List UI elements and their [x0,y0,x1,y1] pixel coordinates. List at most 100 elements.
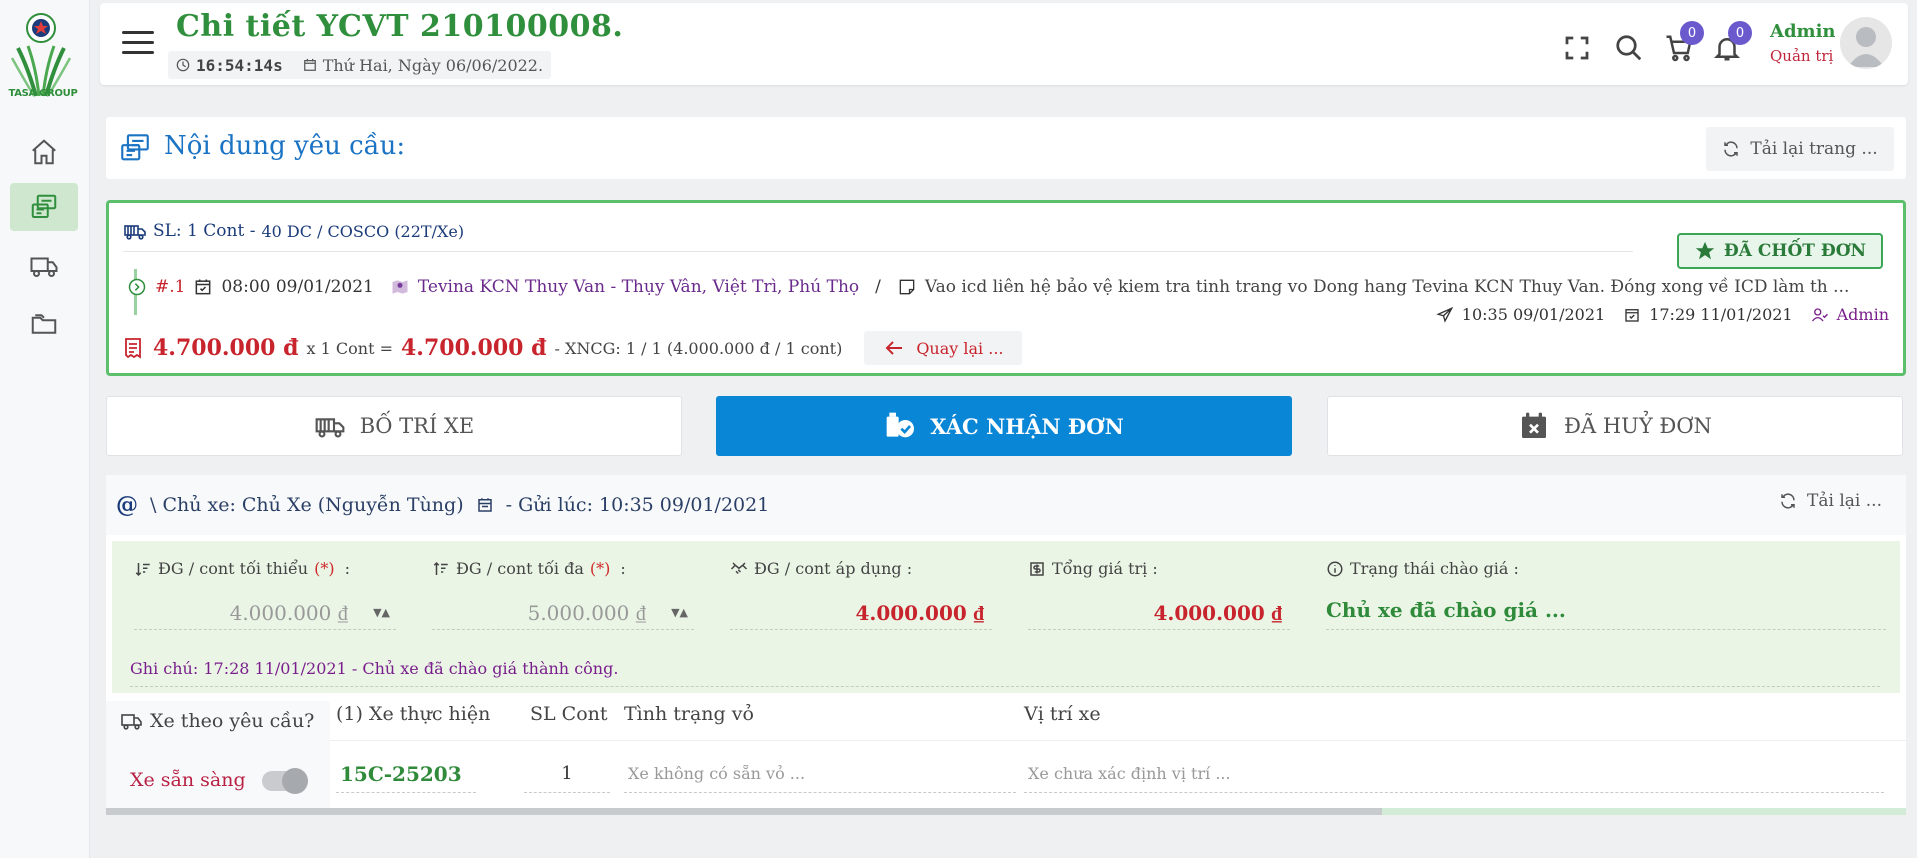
scrollbar-thumb[interactable] [1382,808,1906,815]
confirmed-by: Admin [1836,305,1889,324]
column-header-shell: Tình trạng vỏ [624,703,754,725]
menu-toggle-button[interactable] [122,31,154,59]
tab-assign-truck-label: BỐ TRÍ XE [359,414,475,438]
truck-request-header: Xe theo yêu cầu? [150,710,315,732]
order-route: #.1 08:00 09/01/2021 Tevina KCN Thuy Van… [127,277,1849,297]
reload-quote-button[interactable]: Tải lại ... [1779,491,1882,511]
map-pin-icon [392,280,408,294]
note-icon [899,279,915,295]
quote-status-label: Trạng thái chào giá : [1350,559,1519,578]
divider [123,251,1633,252]
fullscreen-button[interactable] [1562,33,1592,63]
truck-ready-label: Xe sẵn sàng [130,769,246,791]
star-icon [1695,241,1715,260]
max-price-field: ĐG / cont tối đa (*) : 5.000.000 ₫ ▼▲ [432,559,694,630]
request-content-section: Nội dung yêu cầu: Tải lại trang ... [106,117,1906,179]
container-truck-icon [315,418,345,438]
order-status-label: ĐÃ CHỐT ĐƠN [1723,241,1867,261]
container-qty-input[interactable]: 1 [524,755,610,793]
label-colon: : [620,559,626,578]
max-price-input[interactable]: 5.000.000 ₫ ▼▲ [432,598,694,630]
truck-owner: \ Chủ xe: Chủ Xe (Nguyễn Tùng) [150,494,464,516]
shell-status-input[interactable]: Xe không có sẵn vỏ ... [624,755,1016,793]
calendar-icon [477,498,492,512]
order-index: #.1 [155,277,186,297]
total-price: 4.700.000 đ [401,335,547,361]
unit-price: 4.700.000 đ [153,335,299,361]
required-mark: (*) [589,559,611,578]
folder-icon [31,314,57,334]
quantity-label: SL: 1 Cont - [153,221,256,241]
quote-status-field: Trạng thái chào giá : Chủ xe đã chào giá… [1326,559,1886,630]
sidebar-item-folders[interactable] [10,300,78,348]
sidebar: TASA GROUP [0,0,90,858]
sidebar-item-trucks[interactable] [10,242,78,290]
sidebar-item-orders[interactable] [10,183,78,231]
box-check-icon [886,412,915,438]
sidebar-item-home[interactable] [10,128,78,176]
min-price-label: ĐG / cont tối thiểu [158,559,309,578]
back-label: Quay lại ... [916,338,1004,358]
user-role: Quản trị [1770,47,1834,65]
order-status-button[interactable]: ĐÃ CHỐT ĐƠN [1677,233,1883,269]
price-multiplier: x 1 Cont = [306,338,393,358]
applied-price-label: ĐG / cont áp dụng : [754,559,913,578]
container-truck-icon [124,225,146,240]
total-value: 4.000.000 ₫ [1028,598,1290,630]
max-price-label: ĐG / cont tối đa [456,559,584,578]
quote-note: Ghi chú: 17:28 11/01/2021 - Chủ xe đã ch… [130,659,1880,687]
info-icon [1327,561,1343,576]
refresh-icon [1724,141,1739,157]
order-price: 4.700.000 đ x 1 Cont = 4.700.000 đ - XNC… [121,331,1022,365]
stepper-icon[interactable]: ▼▲ [373,606,390,619]
user-check-icon [1811,307,1828,321]
order-card: SL: 1 Cont - 40 DC / COSCO (22T/Xe) ĐÃ C… [106,200,1906,376]
total-value-label: Tổng giá trị : [1052,559,1158,578]
truck-request-cell: Xe theo yêu cầu? Xe sẵn sàng [106,701,330,815]
tab-cancelled-order-label: ĐÃ HUỶ ĐƠN [1564,414,1712,438]
page-title: Chi tiết YCVT 210100008. [176,9,624,44]
back-button[interactable]: Quay lại ... [864,331,1022,365]
user-name[interactable]: Admin [1770,21,1836,42]
quote-details: ĐG / cont tối thiểu (*) : 4.000.000 ₫ ▼▲… [112,541,1900,693]
fullscreen-icon [1565,36,1589,60]
horizontal-scrollbar[interactable] [106,808,1906,815]
cart-button[interactable]: 0 [1664,21,1704,63]
sort-down-icon [135,562,150,576]
sent-time: 10:35 09/01/2021 [1461,305,1606,324]
order-meta: 10:35 09/01/2021 17:29 11/01/2021 Admin [1436,305,1889,324]
tab-confirm-order-label: XÁC NHẬN ĐƠN [930,413,1124,439]
cart-count-badge: 0 [1680,21,1704,45]
tab-assign-truck[interactable]: BỐ TRÍ XE [106,396,682,456]
tab-cancelled-order[interactable]: ĐÃ HUỶ ĐƠN [1327,396,1903,456]
calendar-check-icon [196,279,211,295]
label-colon: : [344,559,350,578]
top-header: Chi tiết YCVT 210100008. 16:54:14s Thứ H… [100,3,1908,85]
request-icon [121,134,149,161]
stepper-icon[interactable]: ▼▲ [671,606,688,619]
send-icon [1436,306,1454,323]
truck-plate-input[interactable]: 15C-25203 [336,755,476,793]
reload-page-label: Tải lại trang ... [1750,139,1878,159]
receipt-icon [125,338,141,359]
total-value-field: Tổng giá trị : 4.000.000 ₫ [1028,559,1290,630]
truck-icon [30,257,58,277]
datetime-info: 16:54:14s Thứ Hai, Ngày 06/06/2022. [168,51,552,79]
notification-button[interactable]: 0 [1712,21,1752,63]
truck-location-input[interactable]: Xe chưa xác định vị trí ... [1024,755,1884,793]
quantity-detail: 40 DC / COSCO (22T/Xe) [261,221,465,241]
min-price-input[interactable]: 4.000.000 ₫ ▼▲ [134,598,396,630]
truck-ready-toggle[interactable] [262,768,308,794]
calendar-check-icon [1625,308,1639,322]
search-button[interactable] [1614,33,1644,63]
refresh-icon [1781,493,1795,509]
column-header-truck: (1) Xe thực hiện [336,703,491,725]
home-icon [32,139,56,165]
tab-confirm-order[interactable]: XÁC NHẬN ĐƠN [716,396,1292,456]
user-avatar-icon [1848,27,1884,67]
arrow-left-icon [885,341,903,355]
calendar-x-icon [1522,412,1547,438]
dollar-box-icon [1030,561,1044,576]
reload-page-button[interactable]: Tải lại trang ... [1706,127,1894,171]
avatar[interactable] [1840,17,1892,69]
